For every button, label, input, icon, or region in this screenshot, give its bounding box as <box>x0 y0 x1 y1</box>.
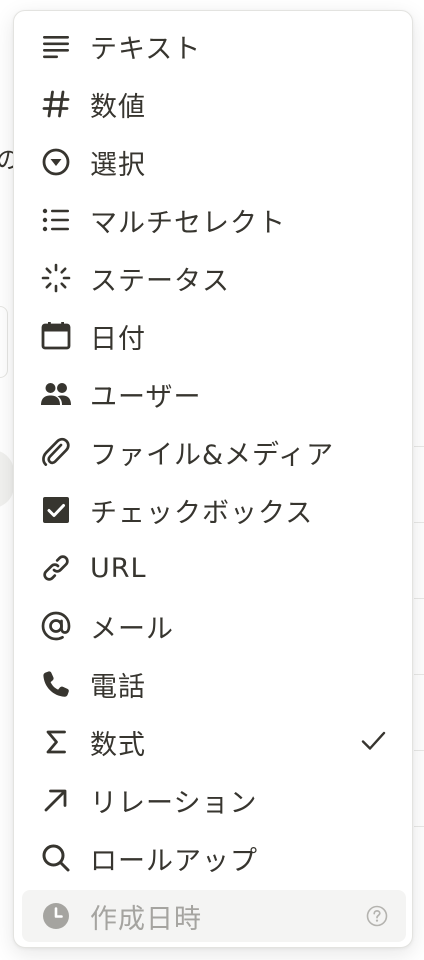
menu-item-date[interactable]: 日付 <box>22 310 406 362</box>
menu-item-label: 数式 <box>90 729 146 761</box>
menu-item-label: テキスト <box>90 33 202 65</box>
status-loader-icon <box>38 260 74 296</box>
checkmark-icon <box>358 726 388 756</box>
people-icon <box>38 376 74 412</box>
menu-item-label: 作成日時 <box>90 903 202 935</box>
menu-item-label: URL <box>90 552 147 584</box>
menu-item-checkbox[interactable]: チェックボックス <box>22 484 406 536</box>
background-row-divider <box>414 750 424 751</box>
menu-item-number[interactable]: 数値 <box>22 78 406 130</box>
calendar-icon <box>38 318 74 354</box>
menu-item-rollup[interactable]: ロールアップ <box>22 832 406 884</box>
select-circle-icon <box>38 144 74 180</box>
menu-item-label: ロールアップ <box>90 845 258 877</box>
checkbox-icon <box>38 492 74 528</box>
background-pill-edge <box>0 450 14 508</box>
paperclip-icon <box>38 434 74 470</box>
menu-item-label: リレーション <box>90 787 258 819</box>
menu-item-label: チェックボックス <box>90 497 314 529</box>
menu-item-label: 日付 <box>90 323 146 355</box>
menu-item-created-time[interactable]: 作成日時 <box>22 890 406 942</box>
menu-item-person[interactable]: ユーザー <box>22 368 406 420</box>
menu-item-select[interactable]: 選択 <box>22 136 406 188</box>
clock-icon <box>38 898 74 934</box>
phone-icon <box>38 666 74 702</box>
menu-item-label: マルチセレクト <box>90 207 286 239</box>
link-icon <box>38 550 74 586</box>
property-type-menu: テキスト 数値 選択 マルチセレクト ステータス 日付 ユーザー ファイル&メデ… <box>13 10 413 948</box>
sigma-icon <box>38 724 74 760</box>
menu-item-label: 数値 <box>90 91 146 123</box>
magnifier-icon <box>38 840 74 876</box>
menu-item-status[interactable]: ステータス <box>22 252 406 304</box>
background-row-divider <box>414 674 424 675</box>
menu-item-relation[interactable]: リレーション <box>22 774 406 826</box>
help-circle-icon[interactable] <box>366 905 388 927</box>
background-row-divider <box>414 826 424 827</box>
menu-item-text[interactable]: テキスト <box>22 20 406 72</box>
arrow-up-right-icon <box>38 782 74 818</box>
menu-item-multi-select[interactable]: マルチセレクト <box>22 194 406 246</box>
menu-item-formula[interactable]: 数式 <box>22 716 406 768</box>
background-card-edge <box>0 306 8 378</box>
menu-item-label: ファイル&メディア <box>90 439 335 471</box>
menu-item-label: ユーザー <box>90 381 202 413</box>
hash-icon <box>38 86 74 122</box>
background-row-divider <box>414 446 424 447</box>
menu-item-files-media[interactable]: ファイル&メディア <box>22 426 406 478</box>
background-row-divider <box>414 522 424 523</box>
menu-item-email[interactable]: メール <box>22 600 406 652</box>
menu-item-label: 電話 <box>90 671 146 703</box>
menu-item-label: メール <box>90 613 174 645</box>
bulleted-list-icon <box>38 202 74 238</box>
at-sign-icon <box>38 608 74 644</box>
menu-item-url[interactable]: URL <box>22 542 406 594</box>
menu-item-label: ステータス <box>90 265 230 297</box>
menu-item-label: 選択 <box>90 149 146 181</box>
menu-item-phone[interactable]: 電話 <box>22 658 406 710</box>
page: の テキスト 数値 選択 マルチセレクト ステータス 日付 ユーザー ファイル&… <box>0 0 424 960</box>
text-lines-icon <box>38 28 74 64</box>
background-row-divider <box>414 598 424 599</box>
